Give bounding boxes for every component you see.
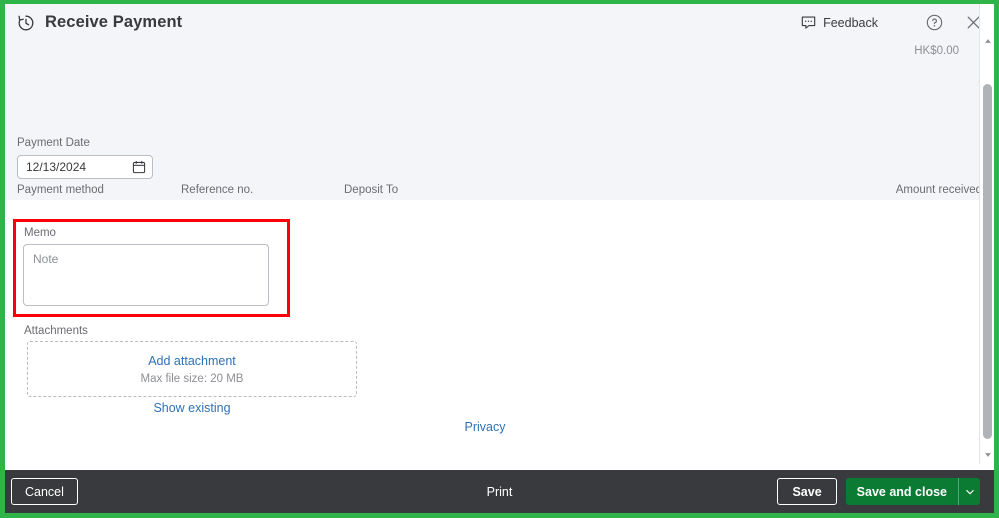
attachment-dropzone[interactable]: Add attachment Max file size: 20 MB	[27, 341, 357, 397]
memo-textarea[interactable]	[23, 244, 269, 306]
footer-primary-actions: Save Save and close	[777, 478, 980, 505]
payment-date-field-wrap	[17, 155, 153, 179]
title-group: Receive Payment	[16, 13, 182, 33]
cancel-button[interactable]: Cancel	[11, 478, 78, 505]
amount-received-label: Amount received	[896, 183, 982, 197]
payment-date-input[interactable]	[17, 155, 153, 179]
privacy-link-wrap: Privacy	[5, 420, 965, 434]
clipped-balance-amount: HK$0.00	[914, 45, 959, 56]
help-circle-icon[interactable]	[926, 14, 943, 31]
header-actions: Feedback	[801, 4, 982, 41]
save-button[interactable]: Save	[777, 478, 836, 505]
save-and-close-chevron-down-icon[interactable]	[958, 478, 980, 505]
save-and-close-button[interactable]: Save and close	[846, 478, 958, 505]
footer-toolbar: Cancel Print Save Save and close	[5, 470, 994, 513]
memo-label: Memo	[24, 226, 56, 240]
receive-payment-modal: Receive Payment Feedback	[0, 0, 999, 518]
show-existing-link[interactable]: Show existing	[153, 401, 230, 415]
reference-no-label: Reference no.	[181, 183, 253, 197]
scroll-down-caret-down-icon[interactable]	[980, 447, 995, 462]
scroll-up-caret-up-icon[interactable]	[980, 33, 995, 48]
page-title: Receive Payment	[45, 13, 182, 32]
vertical-scrollbar[interactable]	[979, 4, 994, 464]
modal-header: Receive Payment Feedback	[5, 4, 994, 41]
payment-form-band: HK$0.00 Payment Date Payment method Choo…	[5, 41, 994, 200]
max-file-size-label: Max file size: 20 MB	[141, 373, 244, 385]
feedback-label: Feedback	[823, 16, 878, 30]
save-and-close-group[interactable]: Save and close	[846, 478, 980, 505]
deposit-to-label: Deposit To	[344, 183, 398, 197]
modal-body: Memo Attachments Add attachment Max file…	[5, 200, 994, 469]
payment-date-label: Payment Date	[17, 136, 90, 150]
show-existing-link-wrap: Show existing	[27, 401, 357, 415]
payment-method-label: Payment method	[17, 183, 104, 197]
privacy-link[interactable]: Privacy	[465, 420, 506, 434]
history-clock-icon	[16, 13, 36, 33]
feedback-button[interactable]: Feedback	[801, 15, 878, 30]
scrollbar-thumb[interactable]	[983, 84, 992, 439]
attachments-label: Attachments	[24, 324, 88, 338]
speech-bubble-icon	[801, 15, 816, 30]
add-attachment-link[interactable]: Add attachment	[148, 354, 236, 368]
print-button[interactable]: Print	[465, 485, 535, 499]
